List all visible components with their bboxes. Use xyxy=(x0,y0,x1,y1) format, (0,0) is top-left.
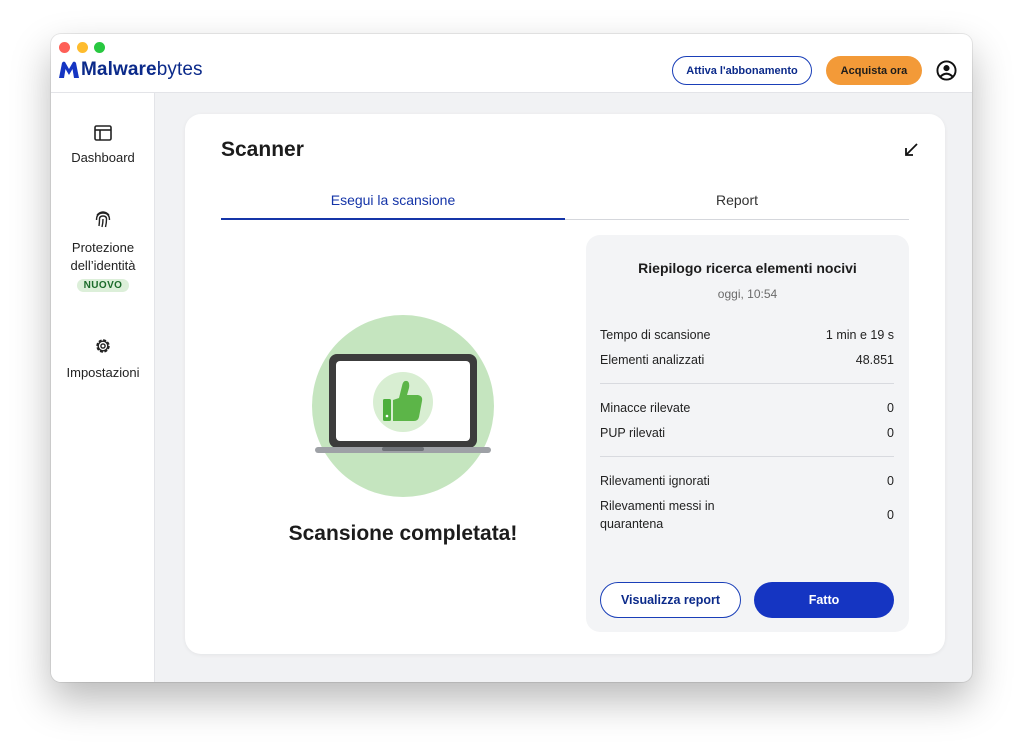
arrow-down-left-icon[interactable] xyxy=(903,142,919,158)
new-badge: NUOVO xyxy=(76,279,130,292)
activate-subscription-button[interactable]: Attiva l'abbonamento xyxy=(672,56,812,85)
summary-divider xyxy=(600,456,894,457)
scanner-card: Scanner Esegui la scansione Report Scans… xyxy=(185,114,945,654)
sidebar-item-settings[interactable]: Impostazioni xyxy=(51,336,155,382)
app-window: Malwarebytes Attiva l'abbonamento Acquis… xyxy=(51,34,972,682)
done-button[interactable]: Fatto xyxy=(754,582,894,618)
malwarebytes-logo-icon xyxy=(59,61,79,78)
dashboard-icon xyxy=(94,125,112,141)
sidebar-item-dashboard[interactable]: Dashboard xyxy=(51,125,155,167)
summary-row-label: Rilevamenti messi in quarantena xyxy=(600,499,715,531)
view-report-button[interactable]: Visualizza report xyxy=(600,582,741,618)
logo-text-bold: Malware xyxy=(81,59,157,80)
summary-timestamp: oggi, 10:54 xyxy=(717,287,778,301)
summary-row-label: Rilevamenti ignorati xyxy=(600,474,710,488)
app-logo: Malwarebytes xyxy=(58,58,203,82)
scan-complete-text: Scansione completata! xyxy=(288,522,518,545)
tab-report[interactable]: Report xyxy=(565,192,909,220)
summary-row-label: PUP rilevati xyxy=(600,426,666,440)
summary-row-label: Elementi analizzati xyxy=(600,353,705,367)
sidebar: Dashboard Protezione dell’identità NUOVO… xyxy=(51,93,155,682)
minimize-window-button[interactable] xyxy=(77,42,88,53)
sidebar-item-identity-protection[interactable]: Protezione dell’identità NUOVO xyxy=(51,209,155,293)
fingerprint-icon xyxy=(95,211,111,228)
tab-run-scan[interactable]: Esegui la scansione xyxy=(221,192,565,220)
summary-divider xyxy=(600,383,894,384)
summary-title: Riepilogo ricerca elementi nocivi xyxy=(638,260,857,276)
summary-row-value: 1 min e 19 s xyxy=(825,328,894,342)
summary-row-value: 0 xyxy=(887,508,894,522)
logo-text-regular: bytes xyxy=(156,59,203,80)
close-window-button[interactable] xyxy=(59,42,70,53)
gear-icon xyxy=(96,339,110,353)
summary-row-value: 0 xyxy=(887,426,894,440)
laptop-thumbs-up-icon xyxy=(312,315,494,497)
summary-row-value: 48.851 xyxy=(855,353,894,367)
summary-row-label: Minacce rilevate xyxy=(600,401,691,415)
summary-row-label: Tempo di scansione xyxy=(600,328,711,342)
threat-scan-summary: Riepilogo ricerca elementi nocivi oggi, … xyxy=(586,235,909,632)
account-circle-icon[interactable] xyxy=(936,60,957,81)
tab-active-indicator xyxy=(221,218,565,220)
page-title: Scanner xyxy=(221,138,304,161)
sidebar-item-label: Dashboard xyxy=(71,150,135,165)
sidebar-item-label: Impostazioni xyxy=(66,365,140,380)
summary-row-value: 0 xyxy=(887,401,894,415)
zoom-window-button[interactable] xyxy=(94,42,105,53)
sidebar-item-label: Protezione dell’identità xyxy=(70,240,136,273)
summary-row-value: 0 xyxy=(887,474,894,488)
buy-now-button[interactable]: Acquista ora xyxy=(826,56,922,85)
title-bar: Malwarebytes Attiva l'abbonamento Acquis… xyxy=(51,34,972,93)
